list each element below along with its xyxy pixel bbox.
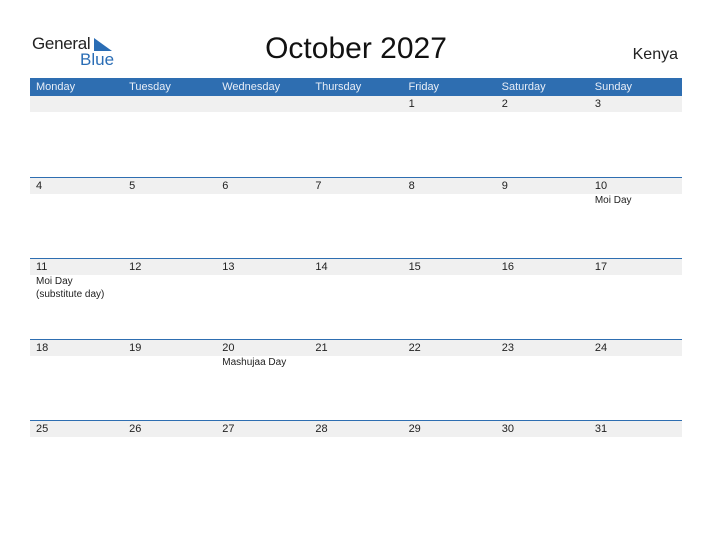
day-number: 7 — [315, 180, 322, 192]
day-number: 17 — [594, 261, 608, 273]
day-number: 10 — [594, 180, 608, 192]
day-cell: 7 — [309, 178, 402, 259]
day-cell: 16 — [496, 259, 589, 340]
day-number: 8 — [408, 180, 415, 192]
day-number: 26 — [129, 423, 142, 435]
day-cell: 1 — [403, 96, 496, 177]
day-cell: 9 — [496, 178, 589, 259]
day-cell: 30 — [496, 421, 589, 502]
day-cell: 13 — [216, 259, 309, 340]
day-cell: 31 — [589, 421, 682, 502]
day-number: 13 — [222, 261, 235, 273]
day-number: 16 — [501, 261, 514, 273]
holiday-label: Moi Day — [594, 195, 632, 206]
day-cell: 26 — [123, 421, 216, 502]
day-cell: 3 — [589, 96, 682, 177]
day-cell: 12 — [123, 259, 216, 340]
day-number — [222, 96, 309, 112]
day-number: 19 — [129, 342, 142, 354]
day-number — [129, 96, 216, 112]
day-number: 4 — [36, 180, 43, 192]
week-row: 25 26 27 28 29 30 31 — [30, 420, 682, 502]
day-number: 6 — [222, 180, 229, 192]
weekday-tuesday: Tuesday — [129, 81, 171, 93]
weekday-friday: Friday — [408, 81, 440, 93]
day-cell: 17 — [589, 259, 682, 340]
calendar-title: October 2027 — [265, 32, 447, 65]
day-cell: 2 — [496, 96, 589, 177]
day-cell: 6 — [216, 178, 309, 259]
holiday-label: Mashujaa Day — [222, 357, 287, 368]
day-cell: 4 — [30, 178, 123, 259]
day-number — [315, 96, 402, 112]
day-cell — [123, 96, 216, 177]
day-cell: 22 — [403, 340, 496, 421]
day-number: 22 — [408, 342, 421, 354]
day-number: 12 — [129, 261, 142, 273]
day-number: 3 — [594, 98, 601, 110]
weekday-monday: Monday — [36, 81, 76, 93]
week-row: 1 2 3 — [30, 96, 682, 177]
day-number: 27 — [222, 423, 235, 435]
weekday-header: Monday Tuesday Wednesday Thursday Friday… — [30, 78, 682, 96]
day-cell: 25 — [30, 421, 123, 502]
day-cell: 29 — [403, 421, 496, 502]
day-number: 24 — [594, 342, 608, 354]
day-cell: 10 Moi Day — [589, 178, 682, 259]
day-number: 29 — [408, 423, 421, 435]
day-number: 1 — [408, 98, 415, 110]
day-cell: 18 — [30, 340, 123, 421]
week-row: 4 5 6 7 8 9 10 Moi Day — [30, 177, 682, 259]
holiday-label: Moi Day — [36, 276, 73, 287]
weekday-sunday: Sunday — [594, 81, 633, 93]
day-cell: 14 — [309, 259, 402, 340]
country-label: Kenya — [632, 46, 678, 63]
holiday-label-note: (substitute day) — [36, 289, 105, 300]
day-number: 30 — [501, 423, 514, 435]
day-cell: 19 — [123, 340, 216, 421]
day-cell: 5 — [123, 178, 216, 259]
weekday-saturday: Saturday — [501, 81, 546, 93]
day-number: 20 — [222, 342, 235, 354]
day-number: 2 — [501, 98, 508, 110]
day-number: 31 — [594, 423, 608, 435]
weekday-wednesday: Wednesday — [222, 81, 281, 93]
week-row: 18 19 20 Mashujaa Day 21 22 23 24 — [30, 339, 682, 421]
day-cell: 21 — [309, 340, 402, 421]
day-cell: 20 Mashujaa Day — [216, 340, 309, 421]
weekday-thursday: Thursday — [315, 81, 362, 93]
day-cell: 11 Moi Day (substitute day) — [30, 259, 123, 340]
day-cell: 23 — [496, 340, 589, 421]
day-number: 11 — [36, 261, 48, 273]
day-number: 5 — [129, 180, 136, 192]
day-number: 28 — [315, 423, 328, 435]
day-cell — [216, 96, 309, 177]
day-number: 21 — [315, 342, 328, 354]
week-row: 11 Moi Day (substitute day) 12 13 14 15 16 17 — [30, 258, 682, 340]
day-cell: 24 — [589, 340, 682, 421]
day-number: 25 — [36, 423, 49, 435]
day-number — [36, 96, 123, 112]
day-number: 18 — [36, 342, 49, 354]
day-cell: 15 — [403, 259, 496, 340]
day-number: 23 — [501, 342, 514, 354]
day-cell — [309, 96, 402, 177]
day-number: 9 — [501, 180, 508, 192]
day-number: 15 — [408, 261, 421, 273]
day-cell: 8 — [403, 178, 496, 259]
day-number: 14 — [315, 261, 328, 273]
day-cell: 28 — [309, 421, 402, 502]
day-cell — [30, 96, 123, 177]
day-cell: 27 — [216, 421, 309, 502]
